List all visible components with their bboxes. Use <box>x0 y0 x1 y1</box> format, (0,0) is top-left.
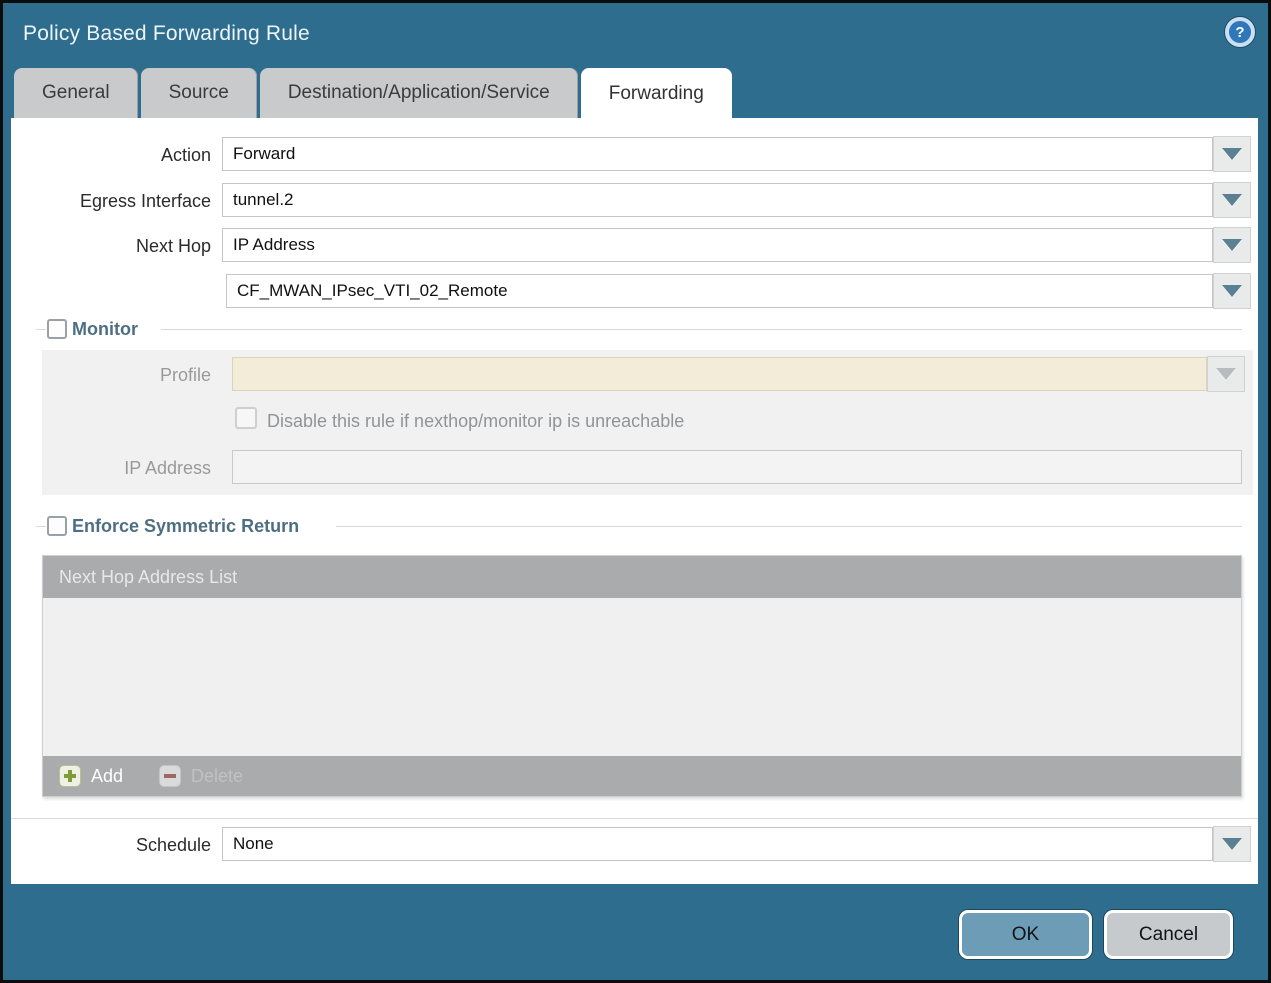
tab-label: General <box>42 82 110 104</box>
chevron-down-icon <box>1222 838 1242 850</box>
chevron-down-icon <box>1222 239 1242 251</box>
next-hop-address-field[interactable]: CF_MWAN_IPsec_VTI_02_Remote <box>226 274 1213 308</box>
monitor-checkbox[interactable] <box>47 319 67 339</box>
enforce-fieldset-line <box>336 526 1242 527</box>
monitor-ip-address-label: IP Address <box>11 458 211 479</box>
egress-interface-value: tunnel.2 <box>233 190 294 210</box>
chevron-down-icon <box>1222 194 1242 206</box>
chevron-down-icon <box>1222 148 1242 160</box>
delete-button: Delete <box>191 766 243 787</box>
schedule-value: None <box>233 834 274 854</box>
next-hop-type-field[interactable]: IP Address <box>222 228 1213 262</box>
table-body-empty[interactable] <box>43 598 1241 756</box>
schedule-field[interactable]: None <box>222 827 1213 861</box>
tab-bar: General Source Destination/Application/S… <box>14 68 732 118</box>
enforce-symmetric-return-label[interactable]: Enforce Symmetric Return <box>72 516 299 537</box>
chevron-down-icon <box>1216 368 1236 380</box>
tab-source[interactable]: Source <box>141 68 257 118</box>
enforce-symmetric-return-checkbox[interactable] <box>47 516 67 536</box>
tab-label: Forwarding <box>609 83 704 105</box>
disable-rule-label: Disable this rule if nexthop/monitor ip … <box>267 411 684 432</box>
next-hop-address-dropdown-button[interactable] <box>1213 273 1251 309</box>
profile-dropdown-button <box>1207 356 1245 392</box>
enforce-fieldset-line <box>36 526 46 527</box>
next-hop-address-list-column-header: Next Hop Address List <box>59 567 237 588</box>
monitor-ip-address-input <box>232 450 1242 484</box>
next-hop-type-value: IP Address <box>233 235 315 255</box>
egress-interface-dropdown-button[interactable] <box>1213 182 1251 218</box>
help-glyph: ? <box>1235 25 1244 40</box>
action-field[interactable]: Forward <box>222 137 1213 171</box>
monitor-fieldset-line <box>161 329 1242 330</box>
monitor-section-label[interactable]: Monitor <box>72 319 138 340</box>
forwarding-tab-panel: Action Forward Egress Interface tunnel.2… <box>11 118 1258 884</box>
section-divider <box>11 818 1258 819</box>
tab-destination-application-service[interactable]: Destination/Application/Service <box>260 68 578 118</box>
tab-general[interactable]: General <box>14 68 138 118</box>
add-icon[interactable] <box>59 765 81 787</box>
table-toolbar: Add Delete <box>43 756 1241 796</box>
next-hop-label: Next Hop <box>11 236 211 257</box>
table-header-row: Next Hop Address List <box>43 556 1241 598</box>
next-hop-address-list-table: Next Hop Address List Add Delete <box>42 555 1242 797</box>
help-icon[interactable]: ? <box>1225 17 1255 47</box>
dialog-titlebar: Policy Based Forwarding Rule ? <box>3 3 1268 68</box>
tab-label: Destination/Application/Service <box>288 82 550 104</box>
next-hop-address-value: CF_MWAN_IPsec_VTI_02_Remote <box>237 281 508 301</box>
action-value: Forward <box>233 144 295 164</box>
schedule-label: Schedule <box>11 835 211 856</box>
disable-rule-checkbox <box>235 407 257 429</box>
action-label: Action <box>11 145 211 166</box>
policy-based-forwarding-rule-dialog: Policy Based Forwarding Rule ? General S… <box>0 0 1271 983</box>
egress-interface-label: Egress Interface <box>11 191 211 212</box>
cancel-button[interactable]: Cancel <box>1104 910 1233 959</box>
tab-label: Source <box>169 82 229 104</box>
profile-field <box>232 357 1207 391</box>
action-dropdown-button[interactable] <box>1213 136 1251 172</box>
tab-forwarding[interactable]: Forwarding <box>581 68 732 119</box>
egress-interface-field[interactable]: tunnel.2 <box>222 183 1213 217</box>
schedule-dropdown-button[interactable] <box>1213 826 1251 862</box>
chevron-down-icon <box>1222 285 1242 297</box>
ok-button[interactable]: OK <box>959 910 1092 959</box>
delete-icon <box>159 765 181 787</box>
add-button[interactable]: Add <box>91 766 123 787</box>
next-hop-type-dropdown-button[interactable] <box>1213 227 1251 263</box>
dialog-footer: OK Cancel <box>3 884 1268 980</box>
monitor-fieldset-line <box>36 329 46 330</box>
profile-label: Profile <box>11 365 211 386</box>
dialog-title: Policy Based Forwarding Rule <box>23 22 310 46</box>
